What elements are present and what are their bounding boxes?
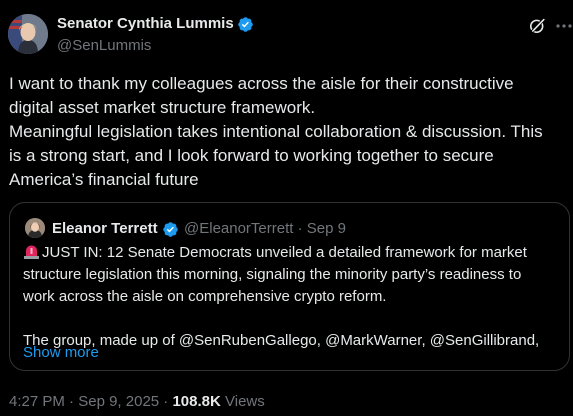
- quoted-tweet-text: JUST IN: 12 Senate Democrats unveiled a …: [23, 242, 563, 352]
- quoted-date[interactable]: Sep 9: [307, 220, 346, 237]
- siren-emoji-icon: [24, 245, 39, 259]
- more-options-icon[interactable]: [555, 19, 573, 33]
- show-more-link[interactable]: Show more: [23, 344, 99, 361]
- author-name[interactable]: Senator Cynthia Lummis: [57, 15, 234, 32]
- quoted-author-name[interactable]: Eleanor Terrett: [52, 220, 158, 237]
- quoted-line: work across the aisle on comprehensive c…: [23, 288, 387, 305]
- tweet-line: digital asset market structure framework…: [9, 98, 316, 117]
- tweet-line: Meaningful legislation takes intentional…: [9, 122, 543, 141]
- verified-badge-icon: [238, 17, 253, 32]
- grok-icon[interactable]: [528, 16, 547, 35]
- quoted-author-avatar[interactable]: [25, 218, 45, 238]
- author-handle[interactable]: @SenLummis: [57, 37, 151, 54]
- tweet-line: America’s financial future: [9, 170, 199, 189]
- quoted-meta: @EleanorTerrett · Sep 9: [184, 220, 346, 237]
- views-count: 108.8K: [172, 393, 221, 410]
- quoted-tweet-card[interactable]: Eleanor Terrett @EleanorTerrett · Sep 9 …: [9, 202, 570, 371]
- quoted-line: structure legislation this morning, sign…: [23, 266, 522, 283]
- tweet-footer: 4:27 PM · Sep 9, 2025 · 108.8K Views: [9, 393, 265, 410]
- quoted-line-text: JUST IN: 12 Senate Democrats unveiled a …: [42, 244, 527, 261]
- quoted-author-handle[interactable]: @EleanorTerrett: [184, 220, 293, 237]
- quoted-line: JUST IN: 12 Senate Democrats unveiled a …: [23, 242, 563, 264]
- quoted-line: The group, made up of @SenRubenGallego, …: [23, 332, 540, 349]
- tweet-line: I want to thank my colleagues across the…: [9, 74, 514, 93]
- tweet-text: I want to thank my colleagues across the…: [9, 72, 565, 192]
- meta-separator: ·: [69, 393, 75, 410]
- verified-badge-icon: [163, 222, 178, 237]
- post-date[interactable]: Sep 9, 2025: [78, 393, 159, 410]
- meta-separator: ·: [297, 220, 303, 237]
- quoted-line: [23, 308, 563, 330]
- views-label: Views: [225, 393, 265, 410]
- meta-separator: ·: [163, 393, 169, 410]
- author-avatar[interactable]: [8, 14, 48, 54]
- tweet-line: is a strong start, and I look forward to…: [9, 146, 494, 165]
- post-time[interactable]: 4:27 PM: [9, 393, 65, 410]
